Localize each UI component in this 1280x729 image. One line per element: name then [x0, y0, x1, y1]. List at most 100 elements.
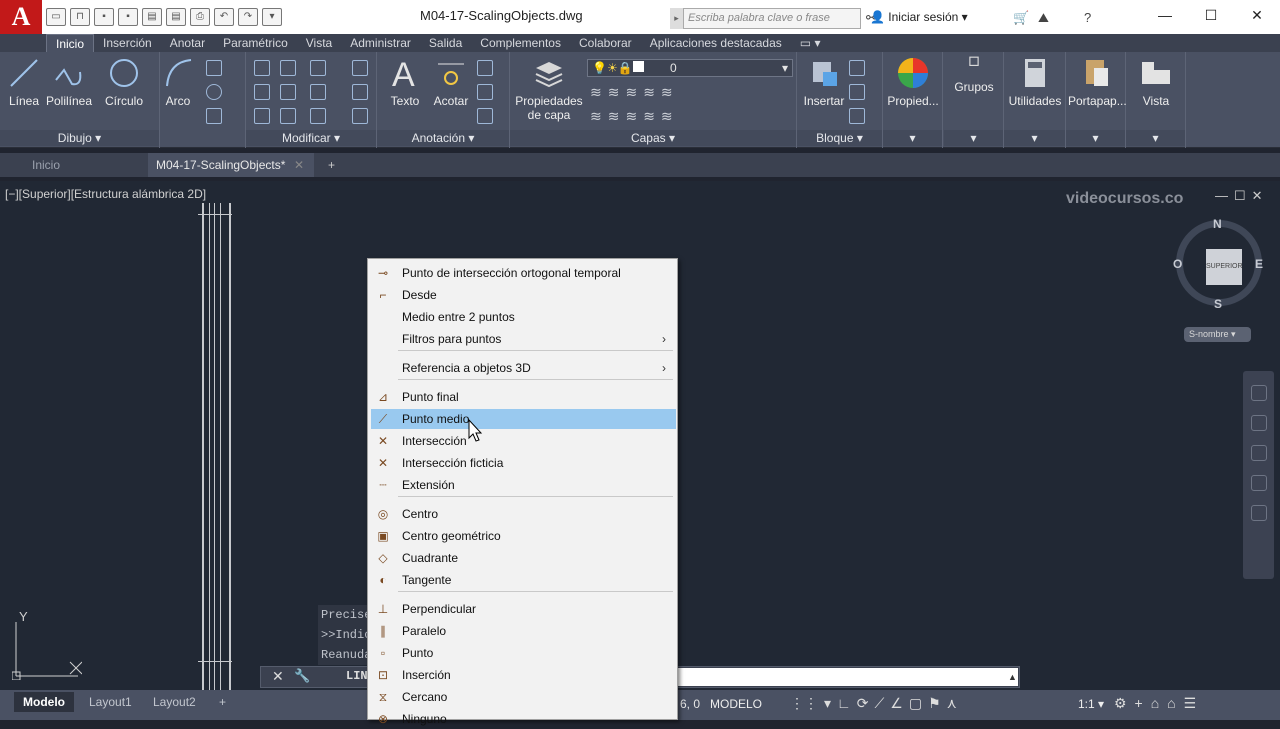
texto-button[interactable]: A Texto: [385, 56, 425, 108]
compass-south[interactable]: S: [1214, 297, 1222, 311]
tab-inicio-file[interactable]: Inicio: [24, 153, 68, 177]
panel-label-vista[interactable]: ▾: [1126, 130, 1185, 146]
tab-anotar[interactable]: Anotar: [161, 34, 214, 52]
menu-item-centro-geometrico[interactable]: ▣ Centro geométrico: [371, 526, 676, 546]
explode-icon[interactable]: [352, 84, 368, 100]
tab-salida[interactable]: Salida: [420, 34, 471, 52]
menu-item-filtros-para-puntos[interactable]: Filtros para puntos ›: [371, 329, 676, 349]
maximize-button[interactable]: ☐: [1188, 0, 1234, 30]
showmotion-icon[interactable]: [1250, 505, 1267, 521]
scale-icon[interactable]: [280, 108, 296, 124]
menu-item-tangente[interactable]: ◐ Tangente: [371, 570, 676, 590]
tab-layout1[interactable]: Layout1: [80, 692, 141, 712]
menu-item-punto-final[interactable]: ⊿ Punto final: [371, 387, 676, 407]
osnap-track-icon[interactable]: ∠: [890, 695, 903, 712]
vista-button[interactable]: Vista: [1128, 56, 1184, 108]
menu-item-extension[interactable]: ┈ Extensión: [371, 475, 676, 495]
array-icon[interactable]: [310, 108, 326, 124]
linear-dim-icon[interactable]: [477, 60, 493, 76]
leader-icon[interactable]: [477, 84, 493, 100]
undo-icon[interactable]: ↶: [214, 8, 234, 26]
a360-icon[interactable]: ⛰: [1038, 10, 1049, 26]
stretch-icon[interactable]: [254, 108, 270, 124]
rectangle-icon[interactable]: [206, 60, 222, 76]
menu-item-interseccion-ficticia[interactable]: ✕ Intersección ficticia: [371, 453, 676, 473]
panel-label-bloque[interactable]: Bloque ▾: [797, 130, 882, 146]
gradient-icon[interactable]: [206, 108, 222, 124]
panel-label-capas[interactable]: Capas ▾: [510, 130, 796, 146]
osnap-icon[interactable]: ▢: [909, 695, 922, 712]
acotar-button[interactable]: Acotar: [429, 56, 473, 108]
panel-label-modificar[interactable]: Modificar ▾: [246, 130, 376, 146]
grid-icon[interactable]: ⋮⋮: [790, 695, 818, 712]
rotate-icon[interactable]: [280, 60, 296, 76]
erase-icon[interactable]: [352, 60, 368, 76]
tab-colaborar[interactable]: Colaborar: [570, 34, 641, 52]
qat-dropdown-icon[interactable]: ▾: [262, 8, 282, 26]
snap-icon[interactable]: ▾: [824, 695, 831, 712]
circulo-button[interactable]: Círculo: [102, 56, 146, 108]
annotation-scale-icon[interactable]: ⚑: [928, 695, 941, 712]
plot-icon[interactable]: ⎙: [190, 8, 210, 26]
workspace-icons[interactable]: ⚙+⌂⌂☰: [1114, 695, 1204, 712]
menu-item-referencia-a-objetos-3d[interactable]: Referencia a objetos 3D ›: [371, 358, 676, 378]
panel-label-propiedades[interactable]: ▾: [883, 130, 942, 146]
annotation-scale-dropdown[interactable]: 1:1 ▾: [1078, 697, 1104, 711]
command-history-toggle-icon[interactable]: ▲: [1008, 672, 1017, 682]
close-window-button[interactable]: ✕: [1234, 0, 1280, 30]
app-menu-button[interactable]: A: [0, 0, 42, 34]
panel-label-anotacion[interactable]: Anotación ▾: [377, 130, 509, 146]
linea-button[interactable]: Línea: [6, 56, 42, 108]
isodraft-icon[interactable]: ⟋: [874, 695, 884, 712]
tab-active-file[interactable]: M04-17-ScalingObjects* ✕: [148, 153, 314, 177]
cart-icon[interactable]: 🛒: [1013, 10, 1029, 26]
menu-item-desde[interactable]: ⌐ Desde: [371, 285, 676, 305]
minimize-button[interactable]: —: [1142, 0, 1188, 30]
table-icon[interactable]: [477, 108, 493, 124]
layer-tools-row2-icon[interactable]: ≋≋≋≋≋: [590, 108, 679, 125]
pan-icon[interactable]: [1250, 415, 1267, 431]
new-icon[interactable]: ▭: [46, 8, 66, 26]
panel-label-dibujo[interactable]: Dibujo ▾: [0, 130, 159, 146]
redo-icon[interactable]: ↷: [238, 8, 258, 26]
signin-button[interactable]: 👤 Iniciar sesión ▾: [870, 10, 968, 24]
edit-block-icon[interactable]: [849, 84, 865, 100]
close-command-icon[interactable]: ✕: [272, 668, 284, 685]
menu-item-centro[interactable]: ◎ Centro: [371, 504, 676, 524]
menu-item-cuadrante[interactable]: ◇ Cuadrante: [371, 548, 676, 568]
tab-aplicaciones[interactable]: Aplicaciones destacadas: [641, 34, 791, 52]
close-tab-icon[interactable]: ✕: [294, 153, 304, 177]
tab-modelo[interactable]: Modelo: [14, 692, 74, 712]
web-open-icon[interactable]: ▤: [142, 8, 162, 26]
portapapeles-button[interactable]: Portapap...: [1068, 56, 1127, 108]
arco-button[interactable]: Arco: [160, 56, 196, 108]
ortho-icon[interactable]: ∟: [837, 695, 851, 712]
polar-icon[interactable]: ⟳: [857, 695, 869, 712]
menu-item-interseccion[interactable]: ✕ Intersección: [371, 431, 676, 451]
fillet-icon[interactable]: [310, 84, 326, 100]
layer-tools-row1-icon[interactable]: ≋≋≋≋≋: [590, 84, 679, 101]
add-layout-icon[interactable]: +: [210, 692, 235, 712]
propiedades-button[interactable]: Propied...: [885, 56, 941, 108]
annotation-visibility-icon[interactable]: ⋏: [947, 695, 957, 712]
orbit-icon[interactable]: [1250, 475, 1267, 491]
menu-item-punto[interactable]: ▫ Punto: [371, 643, 676, 663]
menu-item-paralelo[interactable]: ∥ Paralelo: [371, 621, 676, 641]
panel-label-portapapeles[interactable]: ▾: [1066, 130, 1125, 146]
menu-item-cercano[interactable]: ⧖ Cercano: [371, 687, 676, 707]
tab-parametrico[interactable]: Paramétrico: [214, 34, 297, 52]
create-block-icon[interactable]: [849, 60, 865, 76]
viewcube-face[interactable]: SUPERIOR: [1206, 249, 1243, 285]
offset-icon[interactable]: [352, 108, 368, 124]
grupos-button[interactable]: Grupos: [946, 56, 1002, 94]
trim-icon[interactable]: [310, 60, 326, 76]
help-icon[interactable]: ?: [1084, 10, 1091, 25]
open-icon[interactable]: ⊓: [70, 8, 90, 26]
wcs-dropdown[interactable]: S-nombre ▾: [1184, 327, 1251, 342]
attribute-icon[interactable]: [849, 108, 865, 124]
steering-wheel-icon[interactable]: [1250, 385, 1267, 401]
compass-west[interactable]: O: [1173, 257, 1182, 271]
menu-item-perpendicular[interactable]: ⊥ Perpendicular: [371, 599, 676, 619]
menu-item-punto-de-interseccion-ortogonal-temporal[interactable]: ⊸ Punto de intersección ortogonal tempora…: [371, 263, 676, 283]
move-icon[interactable]: [254, 60, 270, 76]
